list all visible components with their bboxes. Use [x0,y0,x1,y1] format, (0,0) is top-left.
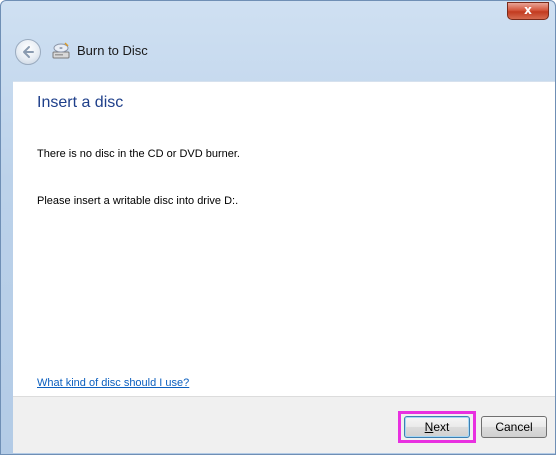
disc-help-link[interactable]: What kind of disc should I use? [37,377,189,389]
cancel-button[interactable]: Cancel [481,416,547,438]
no-disc-message: There is no disc in the CD or DVD burner… [37,148,240,160]
burn-disc-icon [52,42,70,59]
back-arrow-icon [23,46,34,58]
close-button[interactable]: x [507,2,549,20]
burn-to-disc-window: x Burn to Disc Insert a disc There is no… [0,0,556,455]
back-button[interactable] [15,39,41,65]
page-heading: Insert a disc [37,94,124,111]
next-label: ext [433,420,450,434]
wizard-footer: Next Cancel [13,396,555,453]
next-button[interactable]: Next [404,416,470,438]
title-bar[interactable]: x [1,1,555,29]
wizard-title: Burn to Disc [77,43,148,58]
close-icon: x [524,3,532,17]
insert-disc-message: Please insert a writable disc into drive… [37,195,239,207]
wizard-header: Burn to Disc [1,29,555,81]
content-pane: Insert a disc There is no disc in the CD… [13,81,555,397]
